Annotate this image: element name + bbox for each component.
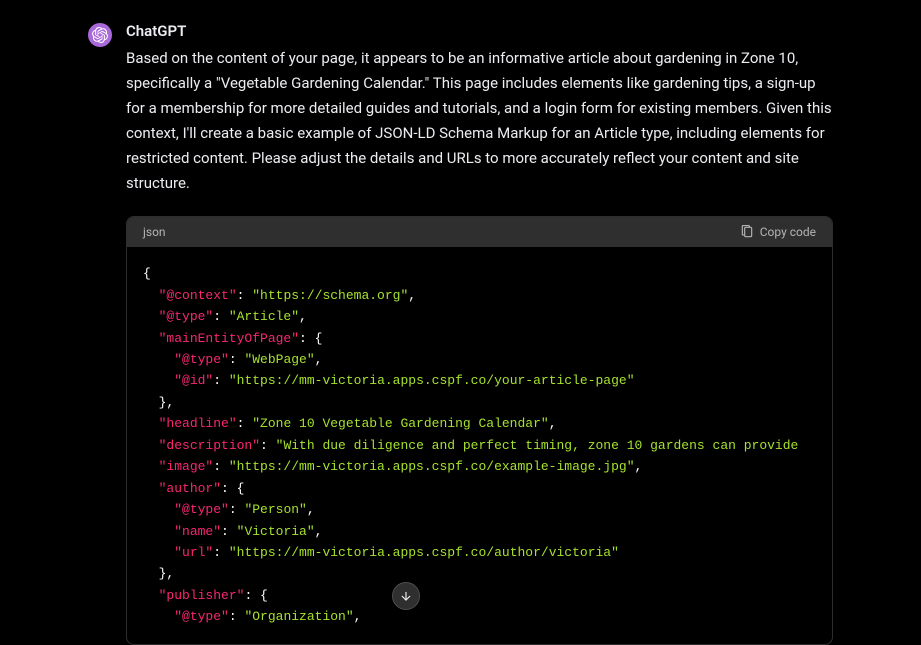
code-line: "@type": "Person", xyxy=(143,502,315,517)
code-line: "name": "Victoria", xyxy=(143,524,322,539)
code-header: json Copy code xyxy=(127,217,832,247)
code-line: }, xyxy=(143,566,174,581)
code-line: "author": { xyxy=(143,481,244,496)
code-content[interactable]: { "@context": "https://schema.org", "@ty… xyxy=(127,247,832,643)
code-line: "url": "https://mm-victoria.apps.cspf.co… xyxy=(143,545,619,560)
clipboard-icon xyxy=(740,225,754,239)
arrow-down-icon xyxy=(399,589,413,603)
code-line: "@id": "https://mm-victoria.apps.cspf.co… xyxy=(143,373,635,388)
code-line: "publisher": { xyxy=(143,588,268,603)
code-line: "@type": "Organization", xyxy=(143,609,361,624)
chatgpt-logo-icon xyxy=(92,27,108,43)
code-line: "image": "https://mm-victoria.apps.cspf.… xyxy=(143,459,642,474)
code-line: "headline": "Zone 10 Vegetable Gardening… xyxy=(143,416,557,431)
code-line: "@type": "WebPage", xyxy=(143,352,322,367)
message-content: ChatGPT Based on the content of your pag… xyxy=(126,22,833,645)
assistant-message: ChatGPT Based on the content of your pag… xyxy=(0,0,921,645)
message-text: Based on the content of your page, it ap… xyxy=(126,46,833,196)
scroll-down-button[interactable] xyxy=(392,582,420,610)
code-block: json Copy code { "@context": "https://sc… xyxy=(126,216,833,644)
code-line: "@context": "https://schema.org", xyxy=(143,288,416,303)
code-line: { xyxy=(143,266,151,281)
code-line: "@type": "Article", xyxy=(143,309,307,324)
code-line: "mainEntityOfPage": { xyxy=(143,331,322,346)
code-line: }, xyxy=(143,395,174,410)
copy-code-button[interactable]: Copy code xyxy=(740,225,816,239)
author-name: ChatGPT xyxy=(126,22,833,40)
code-line: "description": "With due diligence and p… xyxy=(143,438,798,453)
code-language-label: json xyxy=(143,225,166,239)
avatar xyxy=(88,23,112,47)
copy-code-label: Copy code xyxy=(760,225,816,239)
